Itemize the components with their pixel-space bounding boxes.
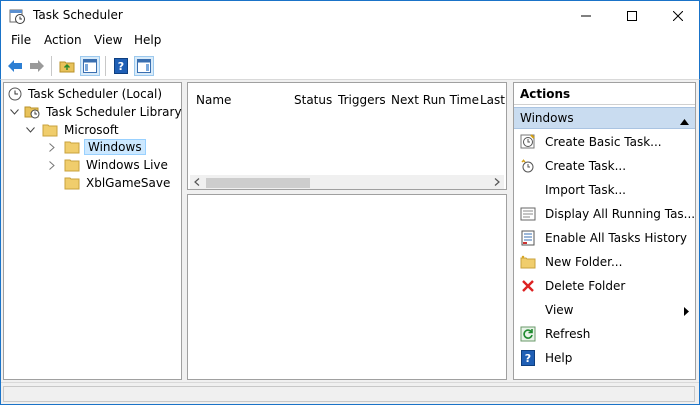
action-create-task[interactable]: Create Task... bbox=[514, 155, 695, 177]
title-bar: Task Scheduler bbox=[0, 0, 700, 30]
action-help[interactable]: ? Help bbox=[514, 347, 695, 369]
menu-bar: File Action View Help bbox=[0, 30, 700, 52]
tree-item-microsoft[interactable]: Microsoft bbox=[24, 121, 121, 139]
action-import-task[interactable]: Import Task... bbox=[514, 179, 695, 201]
chevron-right-icon[interactable] bbox=[46, 160, 58, 170]
menu-view[interactable]: View bbox=[94, 33, 122, 47]
actions-title: Actions bbox=[520, 87, 571, 101]
folder-icon bbox=[64, 141, 80, 153]
chevron-down-icon[interactable] bbox=[24, 127, 36, 133]
tree-item-library[interactable]: Task Scheduler Library bbox=[8, 103, 184, 121]
column-header-last[interactable]: Last bbox=[480, 93, 505, 107]
tree-label-windows: Windows bbox=[84, 139, 146, 155]
folder-icon bbox=[42, 124, 58, 136]
action-refresh[interactable]: Refresh bbox=[514, 323, 695, 345]
create-task-icon bbox=[520, 158, 536, 174]
action-label: Create Task... bbox=[545, 159, 627, 173]
show-hide-console-tree-icon[interactable] bbox=[80, 56, 100, 76]
chevron-right-icon[interactable] bbox=[46, 142, 58, 152]
create-basic-task-icon bbox=[520, 134, 536, 150]
toolbar-separator bbox=[51, 56, 52, 76]
clock-icon bbox=[8, 87, 22, 101]
action-label: View bbox=[545, 303, 574, 317]
folder-icon bbox=[64, 177, 80, 189]
column-header-name[interactable]: Name bbox=[196, 93, 231, 107]
tree-item-xblgamesave[interactable]: XblGameSave bbox=[58, 174, 172, 192]
chevron-down-icon[interactable] bbox=[8, 109, 20, 115]
submenu-arrow-icon bbox=[684, 305, 689, 319]
tasks-history-icon bbox=[520, 230, 536, 246]
folder-up-icon[interactable] bbox=[57, 56, 77, 76]
toolbar-separator bbox=[105, 56, 106, 76]
action-label: Create Basic Task... bbox=[545, 135, 662, 149]
actions-group-label: Windows bbox=[520, 111, 574, 125]
folder-icon bbox=[64, 159, 80, 171]
tree-item-root[interactable]: Task Scheduler (Local) bbox=[8, 85, 164, 103]
new-folder-icon bbox=[520, 254, 536, 270]
horizontal-scrollbar[interactable] bbox=[190, 175, 504, 189]
svg-text:?: ? bbox=[525, 352, 531, 365]
action-new-folder[interactable]: New Folder... bbox=[514, 251, 695, 273]
toolbar: ? bbox=[0, 52, 700, 80]
delete-icon bbox=[520, 278, 536, 294]
action-label: Refresh bbox=[545, 327, 591, 341]
forward-arrow-icon[interactable] bbox=[27, 56, 47, 76]
window-title: Task Scheduler bbox=[33, 8, 123, 22]
column-header-next-run-time[interactable]: Next Run Time bbox=[391, 93, 479, 107]
tree-label-microsoft: Microsoft bbox=[64, 123, 119, 137]
action-label: Import Task... bbox=[545, 183, 626, 197]
tree-item-windows-live[interactable]: Windows Live bbox=[46, 156, 170, 174]
tree-label-xblgamesave: XblGameSave bbox=[86, 176, 171, 190]
status-bar bbox=[1, 382, 699, 404]
tree-label-windows-live: Windows Live bbox=[86, 158, 168, 172]
column-header-status[interactable]: Status bbox=[294, 93, 332, 107]
scheduler-folder-icon bbox=[24, 106, 40, 119]
scrollbar-thumb[interactable] bbox=[206, 178, 310, 188]
scroll-left-icon[interactable] bbox=[192, 177, 202, 187]
tree-label-library: Task Scheduler Library bbox=[46, 105, 182, 119]
action-label: Delete Folder bbox=[545, 279, 626, 293]
action-create-basic-task[interactable]: Create Basic Task... bbox=[514, 131, 695, 153]
menu-action[interactable]: Action bbox=[44, 33, 82, 47]
actions-pane: Actions Windows Create Basic Task... Cre… bbox=[513, 82, 696, 380]
console-tree[interactable]: Task Scheduler (Local) Task Scheduler Li… bbox=[3, 82, 182, 380]
close-button[interactable] bbox=[655, 1, 700, 30]
action-label: Help bbox=[545, 351, 573, 365]
action-label: New Folder... bbox=[545, 255, 623, 269]
column-header-triggers[interactable]: Triggers bbox=[338, 93, 386, 107]
scroll-right-icon[interactable] bbox=[492, 177, 502, 187]
action-label: Enable All Tasks History bbox=[545, 231, 688, 245]
actions-group-windows[interactable]: Windows bbox=[514, 107, 695, 129]
task-scheduler-icon bbox=[9, 8, 25, 24]
action-display-running-tasks[interactable]: Display All Running Tas... bbox=[514, 203, 695, 225]
action-delete-folder[interactable]: Delete Folder bbox=[514, 275, 695, 297]
help-icon[interactable]: ? bbox=[111, 56, 131, 76]
back-arrow-icon[interactable] bbox=[5, 56, 25, 76]
main-frame: Task Scheduler (Local) Task Scheduler Li… bbox=[0, 80, 700, 405]
action-label: Display All Running Tas... bbox=[545, 207, 695, 221]
action-enable-tasks-history[interactable]: Enable All Tasks History bbox=[514, 227, 695, 249]
status-bar-cell bbox=[3, 386, 695, 402]
menu-help[interactable]: Help bbox=[134, 33, 161, 47]
action-view[interactable]: View bbox=[514, 299, 695, 321]
maximize-button[interactable] bbox=[609, 1, 655, 30]
svg-text:?: ? bbox=[118, 60, 124, 73]
actions-header: Actions bbox=[514, 83, 695, 105]
help-icon: ? bbox=[520, 350, 536, 366]
tree-label-root: Task Scheduler (Local) bbox=[28, 87, 163, 101]
collapse-up-icon[interactable] bbox=[680, 114, 689, 128]
task-detail-pane bbox=[187, 194, 507, 380]
display-running-tasks-icon bbox=[520, 206, 536, 222]
task-list[interactable]: Name Status Triggers Next Run Time Last bbox=[187, 82, 507, 190]
menu-file[interactable]: File bbox=[11, 33, 31, 47]
minimize-button[interactable] bbox=[563, 1, 609, 30]
show-hide-action-pane-icon[interactable] bbox=[134, 56, 154, 76]
refresh-icon bbox=[520, 326, 536, 342]
tree-item-windows[interactable]: Windows bbox=[46, 138, 146, 156]
